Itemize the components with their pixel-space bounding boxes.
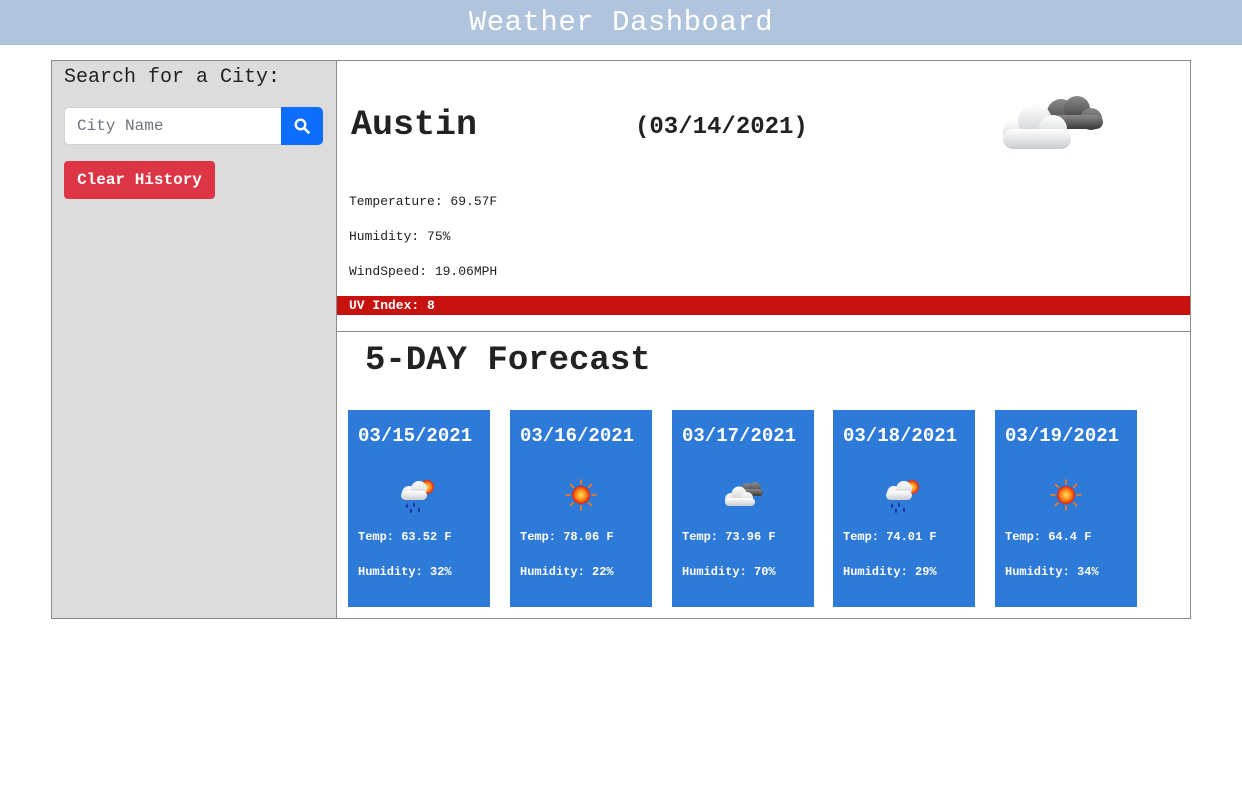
sun-icon [1050,479,1082,511]
search-button[interactable] [281,107,323,145]
search-icon [294,118,310,134]
forecast-date: 03/17/2021 [682,425,797,447]
forecast-humidity: Humidity: 70% [682,565,776,579]
forecast-humidity: Humidity: 34% [1005,565,1099,579]
forecast-card: 03/16/2021 Temp: 78.06 F Humidity: 22% [510,410,652,607]
forecast-temp: Temp: 74.01 F [843,530,937,544]
page-header: Weather Dashboard [0,0,1242,45]
forecast-humidity: Humidity: 32% [358,565,452,579]
forecast-card: 03/18/2021 Temp: 74.01 F Humidity: 29% [833,410,975,607]
forecast-date: 03/15/2021 [358,425,473,447]
current-date: (03/14/2021) [635,114,808,141]
rain-sun-icon [886,480,919,513]
forecast-panel: 5-DAY Forecast 03/15/2021 Temp: 63.52 F … [336,331,1191,619]
sun-icon [565,479,597,511]
forecast-card: 03/19/2021 Temp: 64.4 F Humidity: 34% [995,410,1137,607]
forecast-date: 03/19/2021 [1005,425,1120,447]
forecast-temp: Temp: 63.52 F [358,530,452,544]
search-heading: Search for a City: [64,66,281,89]
current-weather-panel: Austin (03/14/2021) Temperature: 69.57F … [336,60,1191,332]
clouds-icon [725,482,763,506]
page-title: Weather Dashboard [468,6,774,39]
forecast-temp: Temp: 64.4 F [1005,530,1092,544]
forecast-date: 03/16/2021 [520,425,635,447]
forecast-humidity: Humidity: 29% [843,565,937,579]
current-humidity: Humidity: 75% [349,229,451,244]
search-sidebar: Search for a City: Clear History [51,60,337,619]
forecast-date: 03/18/2021 [843,425,958,447]
clear-history-button[interactable]: Clear History [64,161,215,199]
city-search-input[interactable] [64,107,282,145]
forecast-temp: Temp: 73.96 F [682,530,776,544]
broken-clouds-icon [1003,96,1103,149]
current-temperature: Temperature: 69.57F [349,194,498,209]
rain-sun-icon [401,480,434,513]
uv-index-badge: UV Index: 8 [337,296,1190,315]
forecast-title: 5-DAY Forecast [365,342,651,380]
forecast-card: 03/15/2021 Temp: 63.52 F Humidity: 32% [348,410,490,607]
forecast-temp: Temp: 78.06 F [520,530,614,544]
forecast-humidity: Humidity: 22% [520,565,614,579]
current-wind-speed: WindSpeed: 19.06MPH [349,264,498,279]
forecast-card: 03/17/2021 Temp: 73.96 F Humidity: 70% [672,410,814,607]
city-name: Austin [351,105,478,145]
